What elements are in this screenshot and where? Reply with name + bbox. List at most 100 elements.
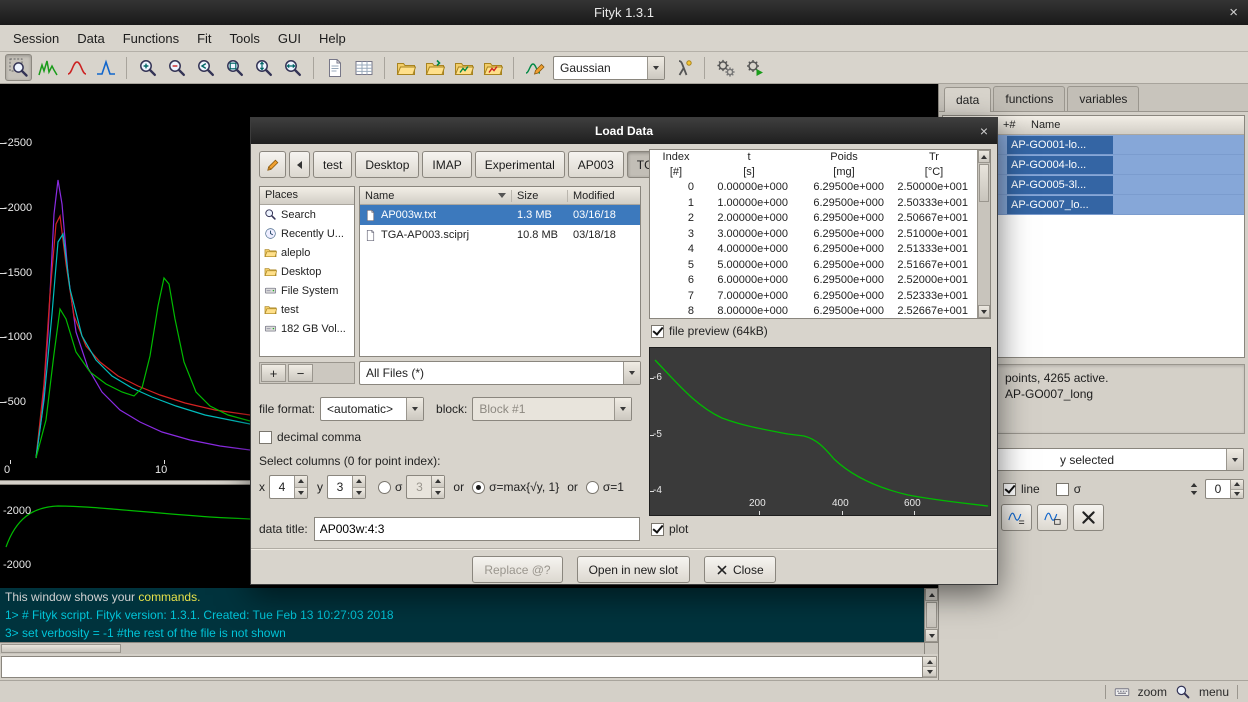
spin-down-icon[interactable] <box>1231 490 1243 499</box>
command-history-spinner[interactable] <box>923 656 937 678</box>
status-magnifier-icon[interactable] <box>1175 684 1191 700</box>
console-output[interactable]: This window shows your commands. 1> # Fi… <box>0 588 938 654</box>
file-format-combo[interactable]: <automatic> <box>320 397 424 421</box>
toolbar-edit-function-button[interactable] <box>521 54 548 81</box>
toolbar-load-data-custom-button[interactable] <box>421 54 448 81</box>
spin-up-icon[interactable] <box>295 476 307 488</box>
file-col-modified[interactable]: Modified <box>568 190 640 202</box>
open-new-slot-button[interactable]: Open in new slot <box>577 556 690 583</box>
spin-down-icon[interactable] <box>432 488 444 499</box>
dialog-close-button[interactable]: × <box>980 118 988 144</box>
crumb-experimental[interactable]: Experimental <box>475 151 565 178</box>
scroll-up-icon[interactable] <box>978 150 990 163</box>
tab-data[interactable]: data <box>944 87 991 112</box>
dataset-col-number[interactable]: +# <box>1003 119 1031 131</box>
console-vscrollbar[interactable] <box>924 588 938 642</box>
toolbar-data-range-mode-button[interactable] <box>34 54 61 81</box>
scroll-down-icon[interactable] <box>925 629 938 642</box>
combo-arrow-icon[interactable] <box>623 362 640 384</box>
block-combo[interactable]: Block #1 <box>472 397 632 421</box>
tab-variables[interactable]: variables <box>1067 86 1139 111</box>
place-test[interactable]: test <box>260 300 354 319</box>
toolbar-zoom-in-button[interactable] <box>134 54 161 81</box>
toolbar-zoom-previous-button[interactable] <box>192 54 219 81</box>
replace-button[interactable]: Replace @? <box>472 556 562 583</box>
crumb-desktop[interactable]: Desktop <box>355 151 419 178</box>
file-row[interactable]: TGA-AP003.sciprj10.8 MB03/18/18 <box>360 225 640 245</box>
menu-gui[interactable]: GUI <box>269 26 310 51</box>
spin-down-icon[interactable] <box>353 488 365 499</box>
preview-table[interactable]: IndextPoidsTr[#][s][mg][°C] 00.00000e+00… <box>649 149 991 319</box>
scroll-down-icon[interactable] <box>978 305 990 318</box>
file-col-name[interactable]: Name <box>360 190 512 202</box>
combo-arrow-icon[interactable] <box>406 398 423 420</box>
data-title-input[interactable] <box>314 517 640 541</box>
spin-up-icon[interactable] <box>353 476 365 488</box>
sigma-column-radio[interactable] <box>378 481 391 494</box>
dataset-col-name[interactable]: Name <box>1031 119 1244 131</box>
toolbar-data-table-button[interactable] <box>350 54 377 81</box>
status-zoom-label[interactable]: zoom <box>1138 685 1167 699</box>
updown-icon[interactable] <box>1186 481 1202 497</box>
command-input[interactable] <box>1 656 923 678</box>
toolbar-add-peak-mode-button[interactable] <box>92 54 119 81</box>
places-pane[interactable]: Places SearchRecently U...aleploDesktopF… <box>259 186 355 357</box>
status-keyboard-icon[interactable] <box>1114 684 1130 700</box>
dataset-delete-button[interactable] <box>1073 504 1104 531</box>
toolbar-save-session-button[interactable] <box>479 54 506 81</box>
close-button[interactable]: Close <box>704 556 776 583</box>
place-aleplo[interactable]: aleplo <box>260 243 354 262</box>
place-182-gb-vol-[interactable]: 182 GB Vol... <box>260 319 354 338</box>
spin-down-icon[interactable] <box>295 488 307 499</box>
plot-checkbox[interactable]: plot <box>651 522 688 536</box>
spin-up-icon[interactable] <box>432 476 444 488</box>
toolbar-zoom-horizontal-button[interactable] <box>279 54 306 81</box>
place-search[interactable]: Search <box>260 205 354 224</box>
x-column-spinner[interactable]: 4 <box>269 475 308 499</box>
toolbar-zoom-mode-button[interactable] <box>5 54 32 81</box>
toolbar-define-function-button[interactable] <box>670 54 697 81</box>
menu-help[interactable]: Help <box>310 26 355 51</box>
spin-up-icon[interactable] <box>1231 480 1243 490</box>
toolbar-zoom-vertical-button[interactable] <box>250 54 277 81</box>
combo-arrow-icon[interactable] <box>1226 449 1243 470</box>
dataset-plot-style-button[interactable] <box>1001 504 1032 531</box>
combo-arrow-icon[interactable] <box>614 398 631 420</box>
window-titlebar[interactable]: Fityk 1.3.1 × <box>0 0 1248 25</box>
scrollbar-thumb[interactable] <box>926 602 937 628</box>
remove-place-button[interactable]: − <box>288 364 313 382</box>
status-menu-label[interactable]: menu <box>1199 685 1229 699</box>
menu-data[interactable]: Data <box>68 26 113 51</box>
place-recently-u-[interactable]: Recently U... <box>260 224 354 243</box>
menu-functions[interactable]: Functions <box>114 26 188 51</box>
dataset-transform-button[interactable] <box>1037 504 1068 531</box>
path-back-button[interactable] <box>289 151 310 178</box>
toolbar-zoom-out-button[interactable] <box>163 54 190 81</box>
file-preview-checkbox[interactable]: file preview (64kB) <box>651 324 768 338</box>
toolbar-run-fit-button[interactable] <box>741 54 768 81</box>
toolbar-baseline-mode-button[interactable] <box>63 54 90 81</box>
type-filename-button[interactable] <box>259 151 286 178</box>
file-filter-combo[interactable]: All Files (*) <box>359 361 641 385</box>
dialog-titlebar[interactable]: Load Data × <box>251 118 997 144</box>
spin-down-icon[interactable] <box>923 667 936 677</box>
decimal-comma-checkbox[interactable]: decimal comma <box>259 430 361 444</box>
preview-vscrollbar[interactable] <box>977 150 990 318</box>
place-file-system[interactable]: File System <box>260 281 354 300</box>
spin-up-icon[interactable] <box>923 657 936 667</box>
toolbar-zoom-all-button[interactable] <box>221 54 248 81</box>
y-column-spinner[interactable]: 3 <box>327 475 366 499</box>
scroll-up-icon[interactable] <box>925 588 938 601</box>
file-list[interactable]: Name Size Modified AP003w.txt1.3 MB03/16… <box>359 186 641 357</box>
add-place-button[interactable]: + <box>261 364 286 382</box>
console-hscrollbar[interactable] <box>0 642 924 654</box>
window-close-button[interactable]: × <box>1229 0 1238 25</box>
menu-tools[interactable]: Tools <box>221 26 269 51</box>
sigma-one-radio[interactable] <box>586 481 599 494</box>
tab-functions[interactable]: functions <box>993 86 1065 111</box>
places-header[interactable]: Places <box>260 187 354 205</box>
crumb-test[interactable]: test <box>313 151 352 178</box>
crumb-imap[interactable]: IMAP <box>422 151 471 178</box>
toolbar-open-session-button[interactable] <box>450 54 477 81</box>
function-type-combo[interactable]: Gaussian <box>553 56 665 80</box>
